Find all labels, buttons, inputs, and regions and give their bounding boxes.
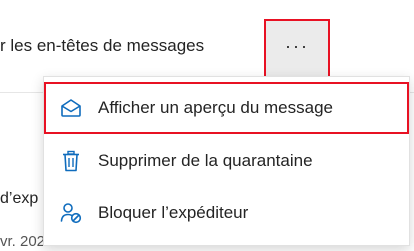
block-user-icon [60,202,82,224]
view-message-headers-link[interactable]: r les en-têtes de messages [0,36,204,56]
menu-item-label: Afficher un aperçu du message [98,98,333,117]
more-actions-button[interactable]: ··· [264,19,330,78]
menu-item-release-from-quarantine[interactable]: Supprimer de la quarantaine [44,135,409,187]
envelope-open-icon [60,97,82,119]
trash-icon [60,150,82,172]
menu-item-preview-message[interactable]: Afficher un aperçu du message [44,82,409,134]
more-icon: ··· [285,35,309,56]
menu-item-block-sender[interactable]: Bloquer l’expéditeur [44,187,409,239]
menu-item-label: Bloquer l’expéditeur [98,203,249,222]
more-actions-menu: Afficher un aperçu du message Supprimer … [43,76,410,246]
sender-field-label: d’exp [0,190,39,207]
menu-item-label: Supprimer de la quarantaine [98,151,313,170]
